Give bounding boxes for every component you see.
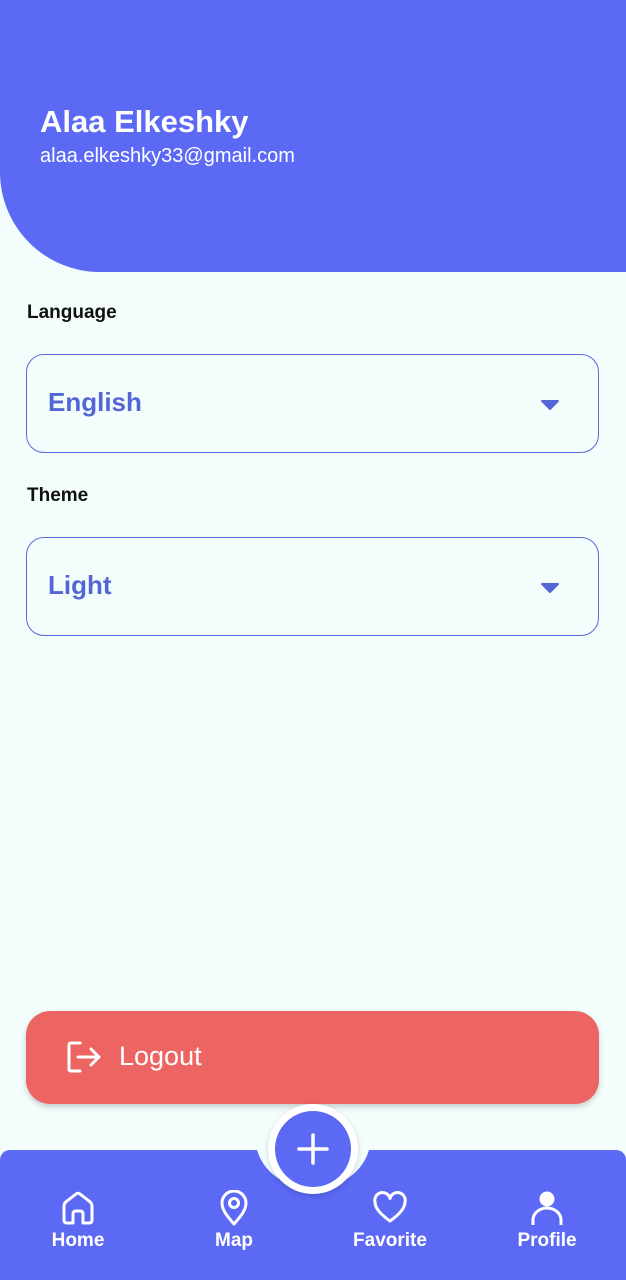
fab-inner xyxy=(275,1111,351,1187)
nav-item-favorite[interactable]: Favorite xyxy=(335,1188,445,1258)
theme-selected-value: Light xyxy=(48,570,112,600)
language-dropdown[interactable]: English xyxy=(26,354,599,453)
theme-label: Theme xyxy=(27,485,89,506)
caret-down-icon xyxy=(541,400,559,410)
map-pin-icon xyxy=(220,1190,248,1226)
logout-icon xyxy=(67,1041,101,1073)
nav-label-map: Map xyxy=(215,1230,253,1251)
nav-item-map[interactable]: Map xyxy=(179,1188,289,1258)
logout-label: Logout xyxy=(119,1041,202,1071)
nav-label-favorite: Favorite xyxy=(353,1230,427,1251)
user-email: alaa.elkeshky33@gmail.com xyxy=(40,145,295,167)
caret-down-icon xyxy=(541,583,559,593)
nav-label-home: Home xyxy=(51,1230,105,1251)
nav-item-profile[interactable]: Profile xyxy=(492,1188,602,1258)
profile-header: Alaa Elkeshky alaa.elkeshky33@gmail.com xyxy=(0,0,626,272)
profile-screen: Alaa Elkeshky alaa.elkeshky33@gmail.com … xyxy=(0,0,626,1280)
heart-icon xyxy=(373,1191,407,1223)
profile-icon xyxy=(531,1191,563,1225)
language-selected-value: English xyxy=(48,387,142,417)
user-name: Alaa Elkeshky xyxy=(40,104,249,139)
home-icon xyxy=(62,1191,94,1225)
plus-icon xyxy=(297,1133,329,1165)
add-fab-button[interactable] xyxy=(268,1104,358,1194)
language-label: Language xyxy=(27,302,117,323)
nav-item-home[interactable]: Home xyxy=(23,1188,133,1258)
theme-dropdown[interactable]: Light xyxy=(26,537,599,636)
nav-label-profile: Profile xyxy=(517,1230,577,1251)
logout-button[interactable]: Logout xyxy=(26,1011,599,1104)
